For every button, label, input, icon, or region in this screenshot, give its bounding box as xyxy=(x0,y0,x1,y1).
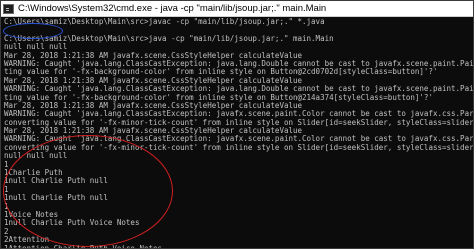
console-app-icon xyxy=(3,3,14,14)
console-line: C:\Users\samiz\Desktop\Main\src>javac -c… xyxy=(4,18,325,26)
console-line: 1 xyxy=(4,185,9,194)
window-title: C:\Windows\System32\cmd.exe - java -cp "… xyxy=(18,3,327,14)
console-line: WARNING: Caught 'java.lang.ClassCastExce… xyxy=(4,110,473,119)
console-line: WARNING: Caught 'java.lang.ClassCastExce… xyxy=(4,59,473,68)
console-line: converting value for '-fx-minor-tick-cou… xyxy=(4,118,473,127)
console-line: Mar 28, 2018 1:21:38 AM javafx.scene.Css… xyxy=(4,101,303,110)
console-line: 1 xyxy=(4,202,9,211)
console-line: 1Voice Notes xyxy=(4,210,59,219)
console-line: 2 xyxy=(4,227,9,236)
console-line: null null null xyxy=(4,43,68,52)
console-output[interactable]: C:\Users\samiz\Desktop\Main\src>javac -c… xyxy=(1,17,473,248)
console-line: ting value for '-fx-background-color' fr… xyxy=(4,68,438,77)
console-line: null null null xyxy=(4,152,68,161)
console-line: WARNING: Caught 'java.lang.ClassCastExce… xyxy=(4,85,473,94)
console-line: 1Charlie Puth xyxy=(4,169,63,178)
title-bar[interactable]: C:\Windows\System32\cmd.exe - java -cp "… xyxy=(1,1,473,17)
console-line: 2Attention xyxy=(4,236,50,245)
console-line: 1null Charlie Puth null xyxy=(4,194,108,203)
console-line: 1null Charlie Puth null xyxy=(4,177,108,186)
console-line: C:\Users\samiz\Desktop\Main\src>java -cp… xyxy=(4,34,334,43)
cmd-window: C:\Windows\System32\cmd.exe - java -cp "… xyxy=(0,0,474,249)
console-line: ting value for '-fx-background-color' fr… xyxy=(4,93,433,102)
console-line: Mar 28, 2018 1:21:38 AM javafx.scene.Css… xyxy=(4,127,303,136)
console-line: 1 xyxy=(4,160,9,169)
console-line: 1null Charlie Puth Voice Notes xyxy=(4,219,140,228)
console-line: converting value for '-fx-minor-tick-cou… xyxy=(4,143,473,152)
console-line: Mar 28, 2018 1:21:38 AM javafx.scene.Css… xyxy=(4,51,303,60)
console-line: Mar 28, 2018 1:21:38 AM javafx.scene.Css… xyxy=(4,76,303,85)
console-line: 1Attention Charlie Puth Voice Notes xyxy=(4,245,473,248)
console-line: WARNING: Caught 'java.lang.ClassCastExce… xyxy=(4,135,473,144)
